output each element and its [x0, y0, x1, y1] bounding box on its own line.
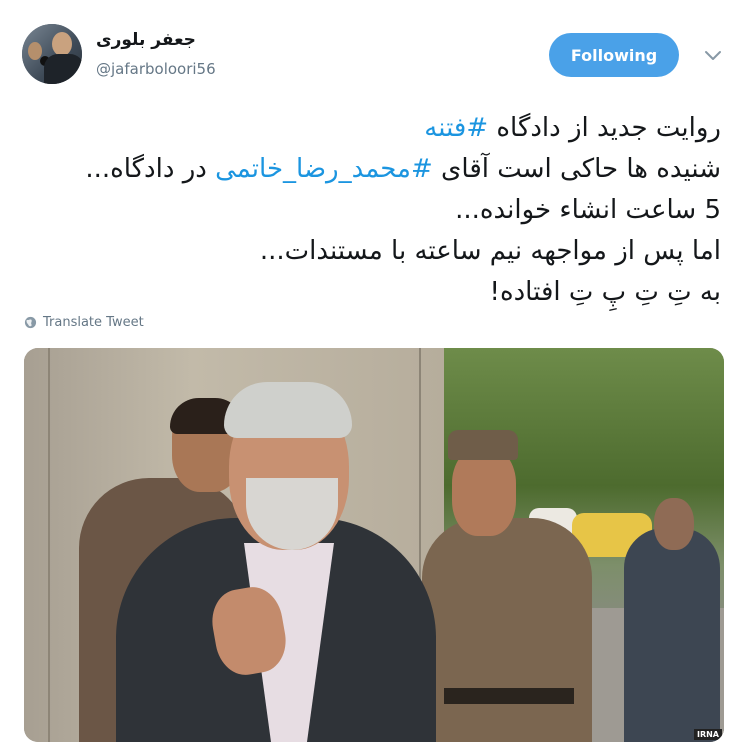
tweet-header: جعفر بلوری @jafarboloori56 Following	[0, 0, 739, 100]
hashtag-link[interactable]: #محمد_رضا_خاتمی	[215, 154, 433, 184]
tweet-line: شنیده ها حاکی است آقای #محمد_رضا_خاتمی د…	[21, 149, 721, 190]
tweet-line: اما پس از مواجهه نیم ساعته با مستندات...	[21, 231, 721, 272]
avatar[interactable]	[22, 24, 82, 84]
globe-icon	[24, 316, 37, 329]
tweet-line: 5 ساعت انشاء خوانده...	[21, 190, 721, 231]
tweet-text-segment: به تِ تِ پِ تِ افتاده!	[489, 277, 721, 307]
following-button[interactable]: Following	[549, 33, 679, 77]
tweet-line: روایت جدید از دادگاه #فتنه	[21, 108, 721, 149]
photo-credit: IRNA	[693, 729, 722, 740]
hashtag-link[interactable]: #فتنه	[424, 113, 488, 143]
tweet-text-segment: روایت جدید از دادگاه	[488, 113, 721, 143]
tweet-text-segment: در دادگاه...	[85, 154, 216, 184]
author-name[interactable]: جعفر بلوری	[96, 30, 196, 50]
photo-guard-right	[422, 518, 592, 742]
photo-bystander-head	[654, 498, 694, 550]
photo-bystander	[624, 528, 720, 742]
tweet-text: روایت جدید از دادگاه #فتنه شنیده ها حاکی…	[21, 108, 721, 313]
tweet-text-segment: شنیده ها حاکی است آقای	[432, 154, 721, 184]
author-handle[interactable]: @jafarboloori56	[96, 60, 216, 78]
photo-detail	[48, 348, 50, 742]
translate-label: Translate Tweet	[43, 315, 144, 330]
photo-main-figure-hair	[224, 382, 352, 438]
tweet-text-segment: اما پس از مواجهه نیم ساعته با مستندات...	[259, 236, 721, 266]
translate-tweet-link[interactable]: Translate Tweet	[24, 315, 144, 330]
tweet-photo[interactable]: IRNA	[24, 348, 724, 742]
chevron-down-icon[interactable]	[703, 48, 723, 64]
tweet-text-segment: 5 ساعت انشاء خوانده...	[455, 195, 721, 225]
photo-guard-right-head	[452, 448, 516, 536]
photo-guard-right-cap	[448, 430, 518, 460]
tweet-line: به تِ تِ پِ تِ افتاده!	[21, 272, 721, 313]
photo-guard-belt	[444, 688, 574, 704]
